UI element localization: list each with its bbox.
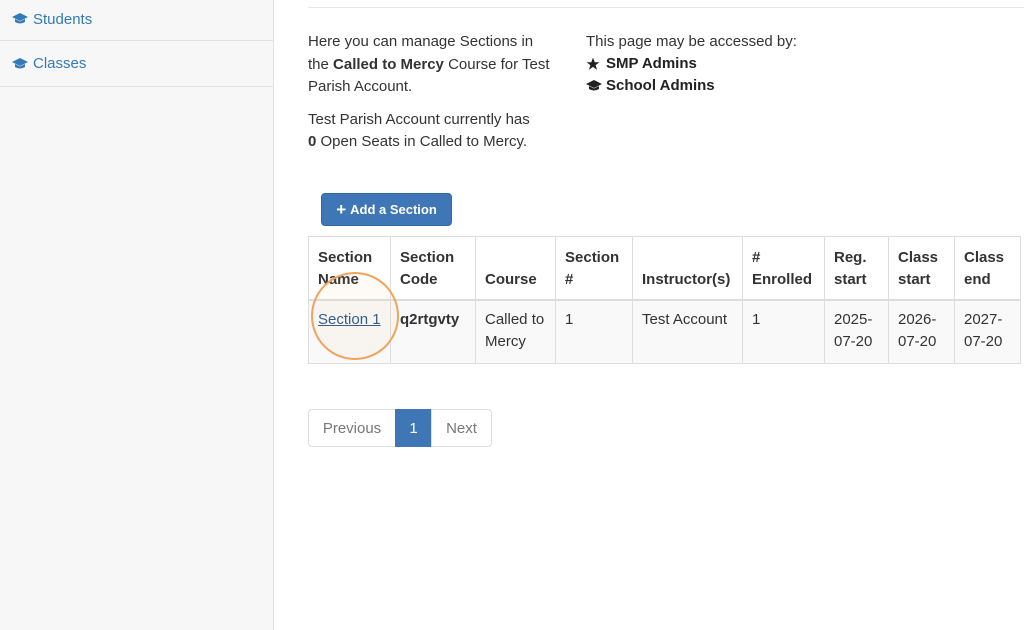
cell-instructors: Test Account xyxy=(632,299,743,364)
column-header-class-end[interactable]: Class end xyxy=(954,236,1021,301)
sidebar: Students Classes xyxy=(0,0,274,630)
intro-course-paragraph: Here you can manage Sections in the Call… xyxy=(308,31,558,99)
sections-table: Section Name Section Code Course Section… xyxy=(308,236,1021,364)
column-header-class-start[interactable]: Class start xyxy=(888,236,955,301)
access-role-smp-admins: SMP Admins xyxy=(586,53,886,75)
access-heading: This page may be accessed by: xyxy=(586,33,797,50)
sidebar-item-classes[interactable]: Classes xyxy=(0,41,273,87)
section-link[interactable]: Section 1 xyxy=(318,311,381,328)
sidebar-item-label: Classes xyxy=(33,55,87,72)
access-role-label: School Admins xyxy=(606,77,715,94)
column-header-enrolled[interactable]: # Enrolled xyxy=(742,236,825,301)
cell-class-start: 2026-07-20 xyxy=(888,299,955,364)
intro-seats-paragraph: Test Parish Account currently has 0 Open… xyxy=(308,109,558,154)
seats-text-part: Test Parish Account currently has xyxy=(308,110,530,128)
sidebar-item-label: Students xyxy=(33,10,93,28)
intro-text: Here you can manage Sections in the Call… xyxy=(308,31,558,164)
main-content: Here you can manage Sections in the Call… xyxy=(308,0,1024,630)
graduation-cap-icon xyxy=(12,13,28,25)
star-icon xyxy=(586,57,602,71)
cell-section-code: q2rtgvty xyxy=(390,299,476,364)
pagination-page-1[interactable]: 1 xyxy=(395,409,432,447)
table-header-row: Section Name Section Code Course Section… xyxy=(308,236,1021,301)
course-name: Called to Mercy xyxy=(333,55,444,73)
cell-section-name: Section 1 xyxy=(308,299,391,364)
graduation-cap-icon xyxy=(586,79,602,93)
column-header-instructors[interactable]: Instructor(s) xyxy=(632,236,743,301)
pagination: Previous 1 Next xyxy=(308,409,492,447)
column-header-course[interactable]: Course xyxy=(475,236,556,301)
cell-section-number: 1 xyxy=(555,299,633,364)
add-section-button[interactable]: + Add a Section xyxy=(321,193,452,226)
divider xyxy=(308,7,1024,8)
seats-text-part: Open Seats in Called to Mercy. xyxy=(316,133,528,150)
column-header-section-code[interactable]: Section Code xyxy=(390,236,476,301)
access-role-school-admins: School Admins xyxy=(586,75,886,97)
add-section-label: Add a Section xyxy=(350,202,437,217)
access-role-label: SMP Admins xyxy=(606,55,697,72)
cell-enrolled: 1 xyxy=(742,299,825,364)
plus-icon: + xyxy=(336,200,347,219)
cell-class-end: 2027-07-20 xyxy=(954,299,1021,364)
cell-reg-start: 2025-07-20 xyxy=(824,299,889,364)
column-header-reg-start[interactable]: Reg. start xyxy=(824,236,889,301)
access-info: This page may be accessed by: SMP Admins… xyxy=(586,31,886,97)
graduation-cap-icon xyxy=(12,57,28,70)
table-row: Section 1 q2rtgvty Called to Mercy 1 Tes… xyxy=(308,299,1021,364)
cell-course: Called to Mercy xyxy=(475,299,556,364)
pagination-previous-button[interactable]: Previous xyxy=(308,409,396,447)
sidebar-item-students[interactable]: Students xyxy=(0,0,273,41)
pagination-next-button[interactable]: Next xyxy=(431,409,492,447)
column-header-section-number[interactable]: Section # xyxy=(555,236,633,301)
column-header-section-name[interactable]: Section Name xyxy=(308,236,391,301)
